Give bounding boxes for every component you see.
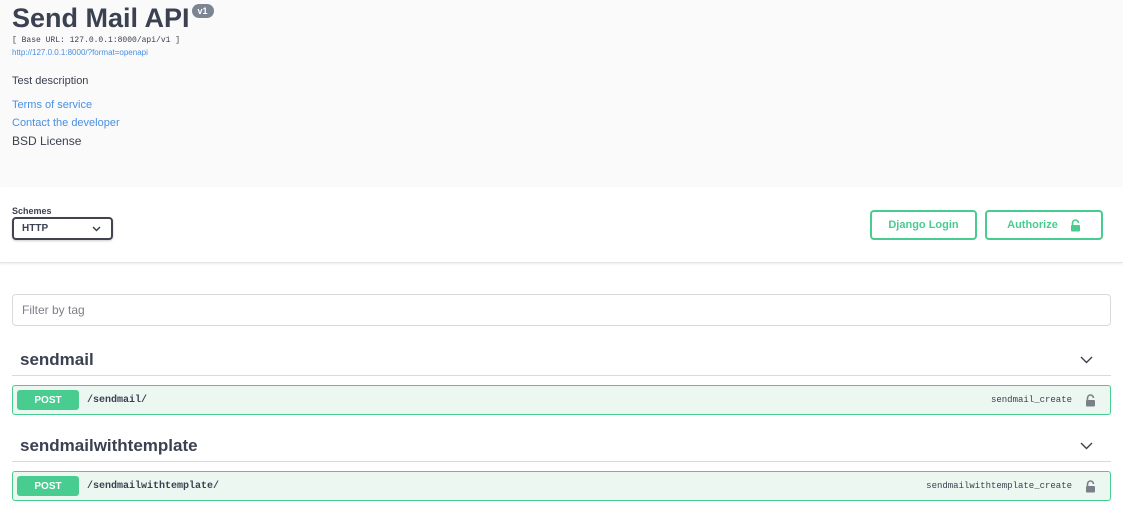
operation-post-sendmail[interactable]: POST /sendmail/ sendmail_create	[12, 385, 1111, 415]
scheme-container: Schemes HTTP Django Login Authorize	[0, 187, 1123, 263]
info-section: Send Mail API v1 [ Base URL: 127.0.0.1:8…	[0, 0, 1123, 187]
tag-name: sendmail	[20, 349, 94, 369]
spec-link[interactable]: http://127.0.0.1:8000/?format=openapi	[12, 48, 148, 57]
contact-link[interactable]: Contact the developer	[12, 117, 120, 129]
operation-id: sendmail_create	[990, 395, 1072, 405]
authorize-label: Authorize	[1007, 219, 1058, 231]
method-badge: POST	[17, 476, 79, 496]
method-badge: POST	[17, 390, 79, 410]
django-login-label: Django Login	[888, 219, 959, 231]
lock-icon	[1086, 479, 1095, 492]
operation-lock-button[interactable]	[1085, 479, 1096, 493]
django-login-button[interactable]: Django Login	[870, 210, 977, 240]
lock-icon	[1086, 393, 1095, 406]
title-row: Send Mail API v1	[12, 3, 214, 33]
chevron-down-icon	[92, 225, 101, 232]
api-description: Test description	[12, 75, 89, 87]
operation-lock-button[interactable]	[1085, 393, 1096, 407]
page-title: Send Mail API	[12, 3, 190, 33]
lock-icon	[1070, 218, 1080, 231]
version-badge: v1	[191, 4, 214, 18]
operation-id: sendmailwithtemplate_create	[926, 481, 1072, 491]
chevron-down-icon[interactable]	[1080, 442, 1093, 450]
tag-header-sendmailwithtemplate[interactable]: sendmailwithtemplate	[12, 430, 1111, 462]
base-url: [ Base URL: 127.0.0.1:8000/api/v1 ]	[12, 36, 181, 45]
tag-name: sendmailwithtemplate	[20, 435, 198, 455]
terms-link[interactable]: Terms of service	[12, 99, 92, 111]
operation-path: /sendmail/	[87, 394, 148, 406]
license-text: BSD License	[12, 134, 82, 148]
operation-path: /sendmailwithtemplate/	[87, 480, 220, 492]
tag-header-sendmail[interactable]: sendmail	[12, 344, 1111, 376]
scheme-select[interactable]: HTTP	[12, 217, 113, 240]
authorize-button[interactable]: Authorize	[985, 210, 1103, 240]
chevron-down-icon[interactable]	[1080, 356, 1093, 364]
filter-by-tag-input[interactable]	[12, 294, 1111, 326]
schemes-label: Schemes	[12, 206, 52, 216]
operation-post-sendmailwithtemplate[interactable]: POST /sendmailwithtemplate/ sendmailwith…	[12, 471, 1111, 501]
scheme-selected-value: HTTP	[22, 223, 49, 234]
